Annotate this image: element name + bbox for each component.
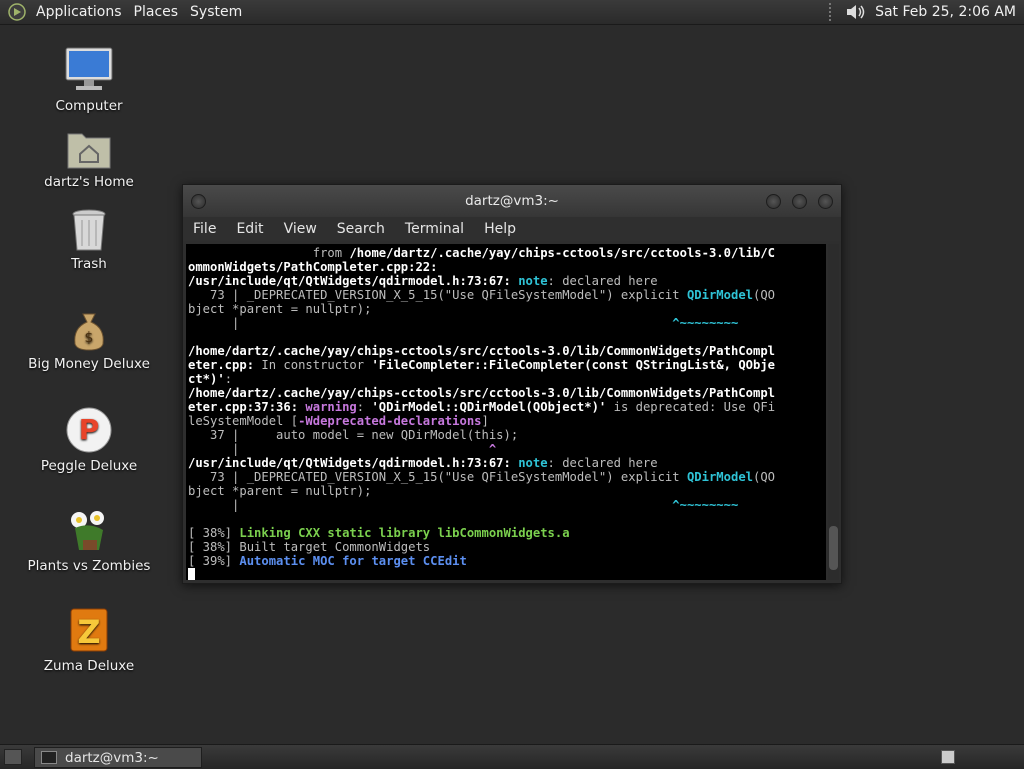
gnome-foot-icon[interactable] [8,3,26,21]
terminal-output[interactable]: from /home/dartz/.cache/yay/chips-cctool… [186,244,826,580]
desktop-icon-home[interactable]: dartz's Home [19,128,159,190]
terminal-line: leSystemModel [-Wdeprecated-declarations… [188,414,489,428]
terminal-line: [ 38%] Built target CommonWidgets [188,540,431,554]
trash-icon [72,209,106,251]
peggle-icon: P [66,407,112,453]
bottom-panel: dartz@vm3:~ [0,744,1024,769]
terminal-line: eter.cpp: In constructor 'FileCompleter:… [188,358,776,372]
terminal-line: ct*)': [188,372,233,386]
terminal-line: bject *parent = nullptr); [188,484,372,498]
terminal-window[interactable]: dartz@vm3:~ File Edit View Search Termin… [182,184,842,584]
menu-edit[interactable]: Edit [226,221,273,237]
terminal-line: [ 38%] Linking CXX static library libCom… [188,526,570,540]
terminal-line: | ^~~~~~~~~ [188,316,739,330]
taskbar-button-terminal[interactable]: dartz@vm3:~ [34,747,202,768]
desktop-icon-zuma[interactable]: Z Zuma Deluxe [19,606,159,674]
terminal-line: /home/dartz/.cache/yay/chips-cctools/src… [188,386,775,400]
terminal-line: | ^ [188,442,497,456]
terminal-line: bject *parent = nullptr); [188,302,372,316]
window-titlebar[interactable]: dartz@vm3:~ [183,185,841,217]
volume-icon[interactable] [845,2,867,22]
desktop-icon-plants[interactable]: Plants vs Zombies [19,506,159,574]
menu-help[interactable]: Help [474,221,526,237]
terminal-menubar: File Edit View Search Terminal Help [183,217,841,241]
terminal-line: /usr/include/qt/QtWidgets/qdirmodel.h:73… [188,456,658,470]
window-menu-button[interactable] [191,194,206,209]
svg-text:P: P [79,413,100,446]
desktop-icon-label: Trash [71,256,107,272]
top-panel: Applications Places System Sat Feb 25, 2… [0,0,1024,25]
terminal-line: eter.cpp:37:36: warning: 'QDirModel::QDi… [188,400,776,414]
svg-text:Z: Z [77,613,100,651]
terminal-scrollbar[interactable] [828,244,839,580]
scrollbar-thumb[interactable] [829,526,838,570]
menu-view[interactable]: View [274,221,327,237]
desktop-icon-label: Big Money Deluxe [28,356,150,372]
menu-applications[interactable]: Applications [30,4,128,20]
workspace-switcher[interactable] [941,750,955,764]
home-folder-icon [67,133,111,169]
minimize-button[interactable] [766,194,781,209]
computer-icon [65,47,113,90]
terminal-line: 37 | auto model = new QDirModel(this); [188,428,519,442]
desktop-icon-label: Plants vs Zombies [27,558,151,574]
panel-grip [829,3,835,21]
terminal-line: from /home/dartz/.cache/yay/chips-cctool… [188,246,776,260]
terminal-line: | ^~~~~~~~~ [188,498,739,512]
panel-status-area: Sat Feb 25, 2:06 AM [829,2,1024,22]
menu-search[interactable]: Search [327,221,395,237]
terminal-cursor-line [188,568,826,580]
close-button[interactable] [818,194,833,209]
terminal-line: /usr/include/qt/QtWidgets/qdirmodel.h:73… [188,274,658,288]
desktop-icon-trash[interactable]: Trash [19,208,159,272]
terminal-line: 73 | _DEPRECATED_VERSION_X_5_15("Use QFi… [188,288,776,302]
desktop-icon-computer[interactable]: Computer [19,46,159,114]
terminal-line: 73 | _DEPRECATED_VERSION_X_5_15("Use QFi… [188,470,776,484]
menu-places[interactable]: Places [128,4,185,20]
desktop-icon-label: Zuma Deluxe [43,658,135,674]
menu-terminal[interactable]: Terminal [395,221,474,237]
terminal-line: [ 39%] Automatic MOC for target CCEdit [188,554,467,568]
show-desktop-button[interactable] [4,749,22,765]
desktop-icon-label: Computer [55,98,123,114]
money-bag-icon: $ [74,313,104,351]
terminal-line: /home/dartz/.cache/yay/chips-cctools/src… [188,344,775,358]
svg-text:$: $ [85,330,94,346]
terminal-icon [41,751,57,764]
clock[interactable]: Sat Feb 25, 2:06 AM [875,4,1016,20]
desktop-icon-label: dartz's Home [44,174,134,190]
desktop-icon-label: Peggle Deluxe [40,458,138,474]
taskbar-button-label: dartz@vm3:~ [65,749,159,766]
terminal-cursor [188,568,195,580]
terminal-line: ommonWidgets/PathCompleter.cpp:22: [188,260,438,274]
maximize-button[interactable] [792,194,807,209]
zuma-icon: Z [70,608,108,652]
desktop-icon-peggle[interactable]: P Peggle Deluxe [19,406,159,474]
menu-system[interactable]: System [184,4,248,20]
plants-icon [71,511,104,550]
menu-file[interactable]: File [183,221,226,237]
window-title: dartz@vm3:~ [465,193,559,209]
desktop-icon-big-money[interactable]: $ Big Money Deluxe [19,310,159,372]
